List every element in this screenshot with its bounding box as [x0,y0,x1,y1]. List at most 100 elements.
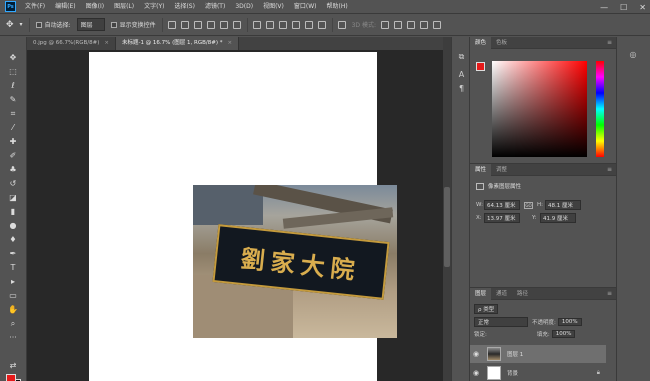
tab-adjustments[interactable]: 调整 [491,164,512,176]
gradient-tool-icon[interactable]: ▮ [6,205,20,218]
layer-name[interactable]: 背景 [507,369,518,377]
menu-type[interactable]: 文字(Y) [139,0,169,14]
color-picker-field[interactable] [492,61,587,157]
eye-icon[interactable]: ◉ [473,350,483,358]
3d-roll-icon[interactable] [393,20,402,29]
zoom-tool-icon[interactable]: ⌕ [6,317,20,330]
align-top-icon[interactable] [167,20,176,29]
distribute-left-icon[interactable] [291,20,300,29]
lasso-tool-icon[interactable]: ℓ [6,79,20,92]
type-tool-icon[interactable]: T [6,261,20,274]
3d-rotate-icon[interactable] [380,20,389,29]
panel-menu-icon[interactable]: ≡ [607,290,612,297]
menu-select[interactable]: 选择(S) [169,0,200,14]
align-bottom-icon[interactable] [193,20,202,29]
menu-view[interactable]: 视图(V) [258,0,289,14]
foreground-color-swatch[interactable] [476,62,485,71]
auto-align-icon[interactable] [337,20,346,29]
maximize-button[interactable]: ☐ [620,3,627,12]
distribute-right-icon[interactable] [317,20,326,29]
align-vcenter-icon[interactable] [180,20,189,29]
minimize-button[interactable]: — [600,3,608,12]
tab-channels[interactable]: 通道 [491,288,512,300]
marquee-tool-icon[interactable]: ⬚ [6,65,20,78]
character-panel-icon[interactable]: A [456,69,467,80]
tab-swatches[interactable]: 色板 [491,37,512,49]
menu-help[interactable]: 帮助(H) [322,0,353,14]
healing-brush-tool-icon[interactable]: ✚ [6,135,20,148]
x-field[interactable]: 13.97 厘米 [484,213,520,223]
tab-untitled-1[interactable]: 未标题-1 @ 16.7% (图层 1, RGB/8#) * × [115,37,240,50]
hue-slider[interactable] [596,61,604,157]
rectangle-tool-icon[interactable]: ▭ [6,289,20,302]
scrollbar-thumb[interactable] [444,187,450,267]
history-brush-tool-icon[interactable]: ↺ [6,177,20,190]
tab-paths[interactable]: 路径 [512,288,533,300]
quick-select-tool-icon[interactable]: ✎ [6,93,20,106]
canvas-scrollbar[interactable] [443,37,451,381]
hand-tool-icon[interactable]: ✋ [6,303,20,316]
paragraph-panel-icon[interactable]: ¶ [456,83,467,94]
swap-colors-icon[interactable]: ⇄ [6,359,20,372]
tab-color[interactable]: 颜色 [470,36,492,49]
menu-edit[interactable]: 编辑(E) [50,0,80,14]
menu-filter[interactable]: 滤镜(T) [200,0,230,14]
fill-field[interactable]: 100% [551,330,576,338]
menu-3d[interactable]: 3D(D) [230,0,258,14]
path-select-tool-icon[interactable]: ▸ [6,275,20,288]
move-tool-icon[interactable]: ✥ [6,20,14,30]
opacity-field[interactable]: 100% [557,318,582,326]
align-left-icon[interactable] [206,20,215,29]
tab-properties[interactable]: 属性 [470,163,492,176]
width-field[interactable]: 64.13 厘米 [484,200,520,210]
show-transform-checkbox[interactable]: 显示变换控件 [110,20,156,29]
move-tool-icon[interactable]: ✥ [6,51,20,64]
align-right-icon[interactable] [232,20,241,29]
eraser-tool-icon[interactable]: ◪ [6,191,20,204]
link-icon[interactable]: GO [524,201,533,209]
close-icon[interactable]: × [104,40,109,46]
close-button[interactable]: ✕ [639,3,646,12]
foreground-color-swatch[interactable] [6,374,16,381]
close-icon[interactable]: × [228,40,233,46]
eye-icon[interactable]: ◉ [473,369,483,377]
canvas-area[interactable]: 劉家大院 [27,50,443,381]
tab-0-jpg[interactable]: 0.jpg @ 66.7%(RGB/8#) × [27,37,116,50]
blend-mode-dropdown[interactable]: 正常 [474,317,528,327]
auto-select-checkbox[interactable]: 自动选择: [35,20,71,29]
align-hcenter-icon[interactable] [219,20,228,29]
placed-photo[interactable]: 劉家大院 [193,185,397,338]
auto-select-dropdown[interactable]: 图层 [76,18,105,31]
height-field[interactable]: 48.1 厘米 [545,200,581,210]
layer-name[interactable]: 图层 1 [507,350,523,358]
brush-tool-icon[interactable]: ✐ [6,149,20,162]
tool-preset-dropdown[interactable]: ▾ [20,21,23,28]
distribute-bottom-icon[interactable] [278,20,287,29]
distribute-vcenter-icon[interactable] [265,20,274,29]
pen-tool-icon[interactable]: ✒ [6,247,20,260]
menu-image[interactable]: 图像(I) [81,0,109,14]
tab-layers[interactable]: 图层 [470,287,492,300]
distribute-hcenter-icon[interactable] [304,20,313,29]
layer-item[interactable]: ◉ 背景 🔒︎ [470,364,606,381]
distribute-top-icon[interactable] [252,20,261,29]
3d-scale-icon[interactable] [432,20,441,29]
layer-filter-dropdown[interactable]: ρ 类型 [474,304,499,314]
crop-tool-icon[interactable]: ⌗ [6,107,20,120]
eyedropper-tool-icon[interactable]: ⁄ [6,121,20,134]
panel-menu-icon[interactable]: ≡ [607,39,612,46]
panel-menu-icon[interactable]: ≡ [607,166,612,173]
3d-slide-icon[interactable] [419,20,428,29]
menu-window[interactable]: 窗口(W) [289,0,322,14]
menu-layer[interactable]: 图层(L) [109,0,139,14]
more-tools-icon[interactable]: ··· [6,331,20,344]
blur-tool-icon[interactable]: ● [6,219,20,232]
clone-stamp-tool-icon[interactable]: ♣ [6,163,20,176]
menu-file[interactable]: 文件(F) [20,0,50,14]
3d-drag-icon[interactable] [406,20,415,29]
y-field[interactable]: 41.9 厘米 [540,213,576,223]
dodge-tool-icon[interactable]: ♦ [6,233,20,246]
learn-panel-icon[interactable]: ◎ [626,50,640,60]
layer-item[interactable]: ◉ 图层 1 [470,345,606,363]
document-canvas[interactable]: 劉家大院 [89,52,397,381]
